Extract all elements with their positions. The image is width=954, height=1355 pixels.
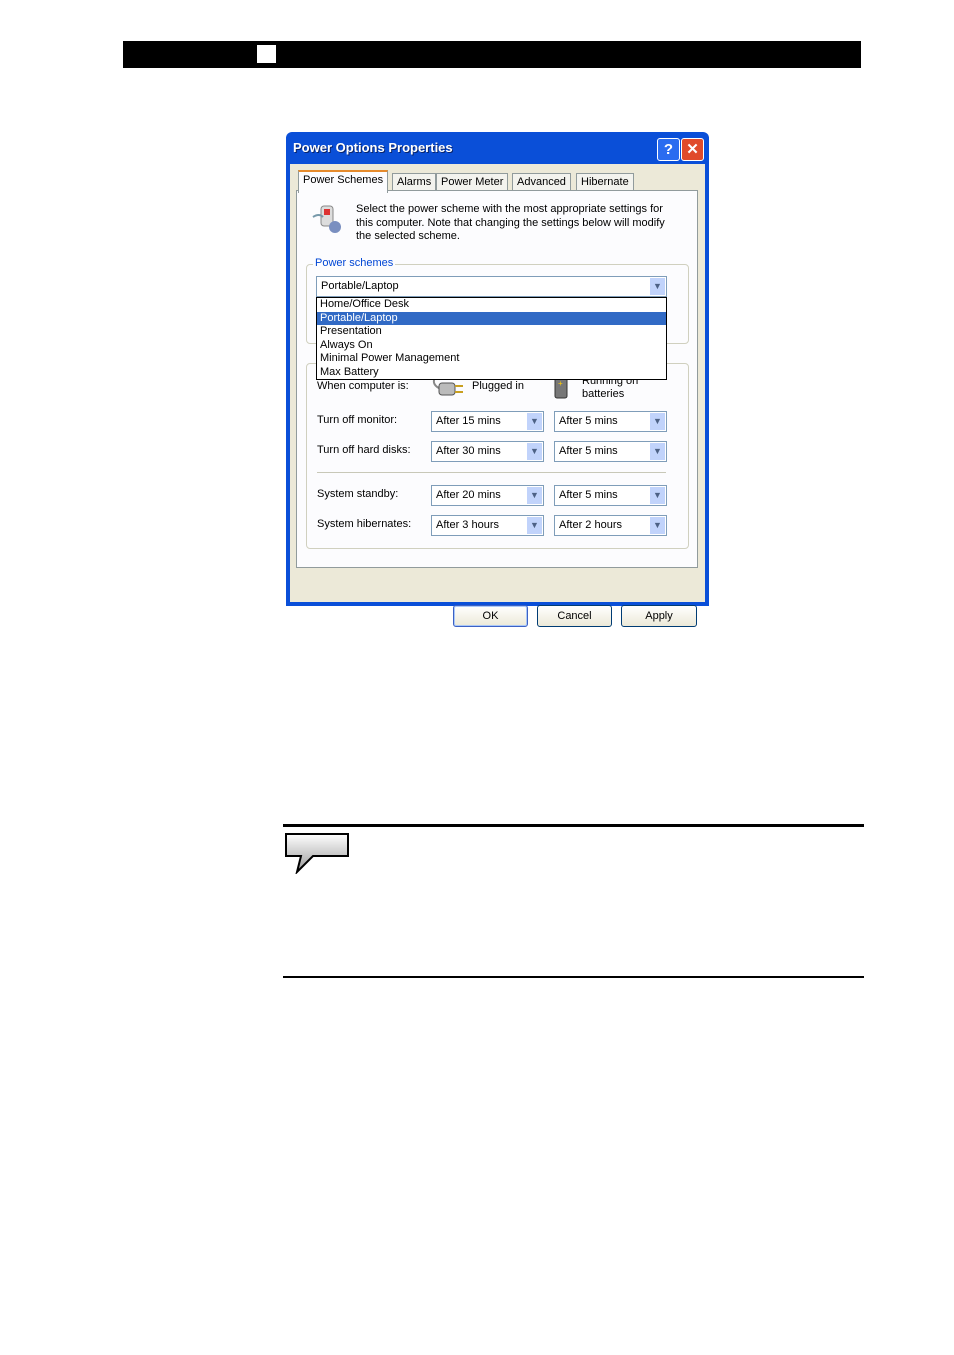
note-top-rule — [283, 824, 864, 827]
chevron-down-icon[interactable]: ▼ — [527, 443, 542, 460]
description-text: Select the power scheme with the most ap… — [356, 203, 665, 242]
tab-power-schemes[interactable]: Power Schemes — [298, 170, 389, 193]
when-label: When computer is: — [317, 380, 409, 392]
scheme-option[interactable]: Max Battery — [317, 366, 666, 380]
battery-setting-value: After 5 mins — [559, 489, 618, 501]
chevron-down-icon[interactable]: ▼ — [650, 487, 665, 504]
header-marker — [257, 45, 276, 63]
plugged-setting-select[interactable]: After 30 mins ▼ — [431, 441, 544, 462]
battery-label-line2: batteries — [582, 388, 625, 400]
setting-label: Turn off hard disks: — [317, 444, 411, 456]
header-bar — [123, 41, 861, 68]
selected-scheme: Portable/Laptop — [321, 280, 399, 292]
chevron-down-icon[interactable]: ▼ — [650, 278, 665, 295]
tab-hibernate[interactable]: Hibernate — [576, 173, 634, 191]
dialog-title: Power Options Properties — [293, 140, 453, 155]
power-scheme-icon — [311, 203, 343, 235]
battery-setting-select[interactable]: After 5 mins ▼ — [554, 441, 667, 462]
plugged-setting-select[interactable]: After 15 mins ▼ — [431, 411, 544, 432]
battery-setting-value: After 5 mins — [559, 445, 618, 457]
plugged-setting-value: After 3 hours — [436, 519, 499, 531]
setting-label: System standby: — [317, 488, 399, 500]
battery-setting-value: After 5 mins — [559, 415, 618, 427]
tab-alarms[interactable]: Alarms — [392, 173, 437, 191]
chevron-down-icon[interactable]: ▼ — [650, 517, 665, 534]
plugged-setting-value: After 20 mins — [436, 489, 501, 501]
speech-bubble-icon — [285, 832, 351, 876]
help-button[interactable]: ? — [657, 138, 680, 161]
chevron-down-icon[interactable]: ▼ — [527, 413, 542, 430]
tab-advanced[interactable]: Advanced — [512, 173, 571, 191]
note-bottom-rule — [283, 976, 864, 978]
battery-setting-select[interactable]: After 5 mins ▼ — [554, 411, 667, 432]
setting-label: Turn off monitor: — [317, 414, 398, 426]
chevron-down-icon[interactable]: ▼ — [650, 413, 665, 430]
scheme-option[interactable]: Home/Office Desk — [317, 298, 666, 312]
scheme-option[interactable]: Presentation — [317, 325, 666, 339]
dialog-client: Power Schemes Alarms Power Meter Advance… — [290, 164, 705, 627]
scheme-option-selected[interactable]: Portable/Laptop — [317, 311, 666, 325]
divider — [317, 472, 666, 473]
power-schemes-label: Power schemes — [313, 257, 396, 269]
apply-button[interactable]: Apply — [621, 605, 697, 627]
cancel-button[interactable]: Cancel — [537, 605, 612, 627]
plugged-setting-select[interactable]: After 3 hours ▼ — [431, 515, 544, 536]
chevron-down-icon[interactable]: ▼ — [527, 517, 542, 534]
close-button[interactable]: ✕ — [681, 138, 704, 161]
plugged-setting-value: After 15 mins — [436, 415, 501, 427]
power-scheme-select[interactable]: Portable/Laptop ▼ — [316, 276, 667, 297]
plugged-setting-select[interactable]: After 20 mins ▼ — [431, 485, 544, 506]
chevron-down-icon[interactable]: ▼ — [650, 443, 665, 460]
battery-setting-value: After 2 hours — [559, 519, 622, 531]
plugged-in-label: Plugged in — [472, 380, 524, 392]
scheme-dropdown-list: Home/Office Desk Portable/Laptop Present… — [316, 297, 667, 380]
plugged-setting-value: After 30 mins — [436, 445, 501, 457]
manual-page: Power Options Properties ? ✕ Power Schem… — [0, 0, 954, 1355]
setting-label: System hibernates: — [317, 518, 412, 530]
chevron-down-icon[interactable]: ▼ — [527, 487, 542, 504]
ok-button[interactable]: OK — [453, 605, 528, 627]
battery-setting-select[interactable]: After 5 mins ▼ — [554, 485, 667, 506]
power-options-dialog: Power Options Properties ? ✕ Power Schem… — [286, 132, 709, 627]
tab-panel: Select the power scheme with the most ap… — [296, 190, 698, 568]
battery-setting-select[interactable]: After 2 hours ▼ — [554, 515, 667, 536]
tab-power-meter[interactable]: Power Meter — [436, 173, 509, 191]
scheme-option[interactable]: Minimal Power Management — [317, 352, 666, 366]
svg-text:+: + — [558, 379, 563, 388]
scheme-option[interactable]: Always On — [317, 339, 666, 353]
